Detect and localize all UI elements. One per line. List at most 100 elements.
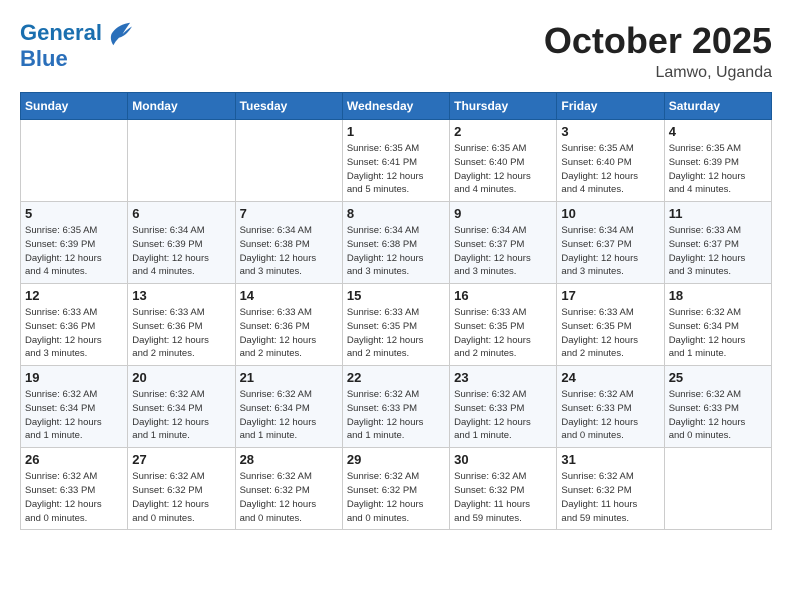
month-title: October 2025 bbox=[544, 20, 772, 62]
calendar-cell: 26 Sunrise: 6:32 AM Sunset: 6:33 PM Dayli… bbox=[21, 448, 128, 530]
day-info: Sunrise: 6:35 AM Sunset: 6:39 PM Dayligh… bbox=[669, 142, 767, 197]
day-number: 14 bbox=[240, 288, 338, 303]
logo-bird-icon bbox=[104, 20, 132, 48]
calendar-cell: 4 Sunrise: 6:35 AM Sunset: 6:39 PM Daylig… bbox=[664, 120, 771, 202]
day-number: 6 bbox=[132, 206, 230, 221]
day-info: Sunrise: 6:32 AM Sunset: 6:32 PM Dayligh… bbox=[240, 470, 338, 525]
day-number: 19 bbox=[25, 370, 123, 385]
day-number: 2 bbox=[454, 124, 552, 139]
logo-text: General bbox=[20, 20, 132, 48]
day-number: 30 bbox=[454, 452, 552, 467]
day-info: Sunrise: 6:34 AM Sunset: 6:37 PM Dayligh… bbox=[561, 224, 659, 279]
day-info: Sunrise: 6:32 AM Sunset: 6:33 PM Dayligh… bbox=[454, 388, 552, 443]
day-info: Sunrise: 6:34 AM Sunset: 6:37 PM Dayligh… bbox=[454, 224, 552, 279]
day-info: Sunrise: 6:34 AM Sunset: 6:39 PM Dayligh… bbox=[132, 224, 230, 279]
day-info: Sunrise: 6:33 AM Sunset: 6:35 PM Dayligh… bbox=[454, 306, 552, 361]
day-info: Sunrise: 6:34 AM Sunset: 6:38 PM Dayligh… bbox=[240, 224, 338, 279]
day-info: Sunrise: 6:32 AM Sunset: 6:33 PM Dayligh… bbox=[669, 388, 767, 443]
day-info: Sunrise: 6:35 AM Sunset: 6:39 PM Dayligh… bbox=[25, 224, 123, 279]
calendar-cell: 7 Sunrise: 6:34 AM Sunset: 6:38 PM Daylig… bbox=[235, 202, 342, 284]
day-number: 21 bbox=[240, 370, 338, 385]
day-info: Sunrise: 6:32 AM Sunset: 6:32 PM Dayligh… bbox=[561, 470, 659, 525]
calendar-cell: 3 Sunrise: 6:35 AM Sunset: 6:40 PM Daylig… bbox=[557, 120, 664, 202]
calendar-cell: 15 Sunrise: 6:33 AM Sunset: 6:35 PM Dayli… bbox=[342, 284, 449, 366]
calendar-cell: 1 Sunrise: 6:35 AM Sunset: 6:41 PM Daylig… bbox=[342, 120, 449, 202]
day-of-week-header: Tuesday bbox=[235, 93, 342, 120]
day-info: Sunrise: 6:33 AM Sunset: 6:36 PM Dayligh… bbox=[132, 306, 230, 361]
day-info: Sunrise: 6:35 AM Sunset: 6:40 PM Dayligh… bbox=[561, 142, 659, 197]
day-number: 11 bbox=[669, 206, 767, 221]
calendar-cell: 2 Sunrise: 6:35 AM Sunset: 6:40 PM Daylig… bbox=[450, 120, 557, 202]
calendar-week-row: 5Sunrise: 6:35 AM Sunset: 6:39 PM Daylig… bbox=[21, 202, 772, 284]
day-number: 10 bbox=[561, 206, 659, 221]
day-number: 31 bbox=[561, 452, 659, 467]
calendar-cell: 30Sunrise: 6:32 AM Sunset: 6:32 PM Dayli… bbox=[450, 448, 557, 530]
logo-blue: Blue bbox=[20, 48, 132, 70]
calendar-cell: 18Sunrise: 6:32 AM Sunset: 6:34 PM Dayli… bbox=[664, 284, 771, 366]
day-number: 29 bbox=[347, 452, 445, 467]
day-number: 26 bbox=[25, 452, 123, 467]
day-info: Sunrise: 6:32 AM Sunset: 6:34 PM Dayligh… bbox=[240, 388, 338, 443]
day-number: 7 bbox=[240, 206, 338, 221]
location-title: Lamwo, Uganda bbox=[544, 64, 772, 82]
calendar-cell bbox=[664, 448, 771, 530]
day-info: Sunrise: 6:34 AM Sunset: 6:38 PM Dayligh… bbox=[347, 224, 445, 279]
day-number: 23 bbox=[454, 370, 552, 385]
day-info: Sunrise: 6:32 AM Sunset: 6:34 PM Dayligh… bbox=[669, 306, 767, 361]
day-info: Sunrise: 6:35 AM Sunset: 6:41 PM Dayligh… bbox=[347, 142, 445, 197]
calendar-cell: 29 Sunrise: 6:32 AM Sunset: 6:32 PM Dayli… bbox=[342, 448, 449, 530]
calendar-cell bbox=[235, 120, 342, 202]
calendar-cell bbox=[128, 120, 235, 202]
day-info: Sunrise: 6:32 AM Sunset: 6:32 PM Dayligh… bbox=[347, 470, 445, 525]
day-number: 13 bbox=[132, 288, 230, 303]
day-info: Sunrise: 6:33 AM Sunset: 6:36 PM Dayligh… bbox=[240, 306, 338, 361]
calendar-cell: 8 Sunrise: 6:34 AM Sunset: 6:38 PM Daylig… bbox=[342, 202, 449, 284]
calendar-week-row: 12 Sunrise: 6:33 AM Sunset: 6:36 PM Dayli… bbox=[21, 284, 772, 366]
calendar-cell: 14 Sunrise: 6:33 AM Sunset: 6:36 PM Dayli… bbox=[235, 284, 342, 366]
day-info: Sunrise: 6:32 AM Sunset: 6:33 PM Dayligh… bbox=[25, 470, 123, 525]
day-number: 1 bbox=[347, 124, 445, 139]
day-number: 16 bbox=[454, 288, 552, 303]
day-info: Sunrise: 6:32 AM Sunset: 6:34 PM Dayligh… bbox=[25, 388, 123, 443]
day-info: Sunrise: 6:32 AM Sunset: 6:32 PM Dayligh… bbox=[132, 470, 230, 525]
day-number: 4 bbox=[669, 124, 767, 139]
calendar-cell: 16 Sunrise: 6:33 AM Sunset: 6:35 PM Dayli… bbox=[450, 284, 557, 366]
calendar-cell: 12 Sunrise: 6:33 AM Sunset: 6:36 PM Dayli… bbox=[21, 284, 128, 366]
calendar-cell: 25 Sunrise: 6:32 AM Sunset: 6:33 PM Dayli… bbox=[664, 366, 771, 448]
day-of-week-header: Wednesday bbox=[342, 93, 449, 120]
day-number: 20 bbox=[132, 370, 230, 385]
calendar-cell: 20 Sunrise: 6:32 AM Sunset: 6:34 PM Dayli… bbox=[128, 366, 235, 448]
calendar-cell: 19 Sunrise: 6:32 AM Sunset: 6:34 PM Dayli… bbox=[21, 366, 128, 448]
day-number: 8 bbox=[347, 206, 445, 221]
day-number: 27 bbox=[132, 452, 230, 467]
day-number: 3 bbox=[561, 124, 659, 139]
day-info: Sunrise: 6:32 AM Sunset: 6:34 PM Dayligh… bbox=[132, 388, 230, 443]
calendar-cell: 10 Sunrise: 6:34 AM Sunset: 6:37 PM Dayli… bbox=[557, 202, 664, 284]
day-info: Sunrise: 6:32 AM Sunset: 6:33 PM Dayligh… bbox=[561, 388, 659, 443]
day-info: Sunrise: 6:33 AM Sunset: 6:35 PM Dayligh… bbox=[347, 306, 445, 361]
day-number: 25 bbox=[669, 370, 767, 385]
day-number: 17 bbox=[561, 288, 659, 303]
day-number: 9 bbox=[454, 206, 552, 221]
day-info: Sunrise: 6:33 AM Sunset: 6:35 PM Dayligh… bbox=[561, 306, 659, 361]
calendar-cell: 28 Sunrise: 6:32 AM Sunset: 6:32 PM Dayli… bbox=[235, 448, 342, 530]
calendar-cell: 17 Sunrise: 6:33 AM Sunset: 6:35 PM Dayli… bbox=[557, 284, 664, 366]
calendar-cell: 27 Sunrise: 6:32 AM Sunset: 6:32 PM Dayli… bbox=[128, 448, 235, 530]
calendar-cell: 31 Sunrise: 6:32 AM Sunset: 6:32 PM Dayli… bbox=[557, 448, 664, 530]
calendar-cell: 22Sunrise: 6:32 AM Sunset: 6:33 PM Dayli… bbox=[342, 366, 449, 448]
calendar-week-row: 19 Sunrise: 6:32 AM Sunset: 6:34 PM Dayli… bbox=[21, 366, 772, 448]
calendar-cell bbox=[21, 120, 128, 202]
day-of-week-header: Monday bbox=[128, 93, 235, 120]
calendar-week-row: 26 Sunrise: 6:32 AM Sunset: 6:33 PM Dayli… bbox=[21, 448, 772, 530]
calendar-cell: 5Sunrise: 6:35 AM Sunset: 6:39 PM Daylig… bbox=[21, 202, 128, 284]
day-info: Sunrise: 6:33 AM Sunset: 6:36 PM Dayligh… bbox=[25, 306, 123, 361]
day-number: 22 bbox=[347, 370, 445, 385]
calendar-cell: 6 Sunrise: 6:34 AM Sunset: 6:39 PM Daylig… bbox=[128, 202, 235, 284]
day-info: Sunrise: 6:35 AM Sunset: 6:40 PM Dayligh… bbox=[454, 142, 552, 197]
calendar-cell: 24Sunrise: 6:32 AM Sunset: 6:33 PM Dayli… bbox=[557, 366, 664, 448]
day-of-week-header: Saturday bbox=[664, 93, 771, 120]
title-block: October 2025 Lamwo, Uganda bbox=[544, 20, 772, 82]
day-number: 12 bbox=[25, 288, 123, 303]
day-number: 15 bbox=[347, 288, 445, 303]
day-number: 28 bbox=[240, 452, 338, 467]
